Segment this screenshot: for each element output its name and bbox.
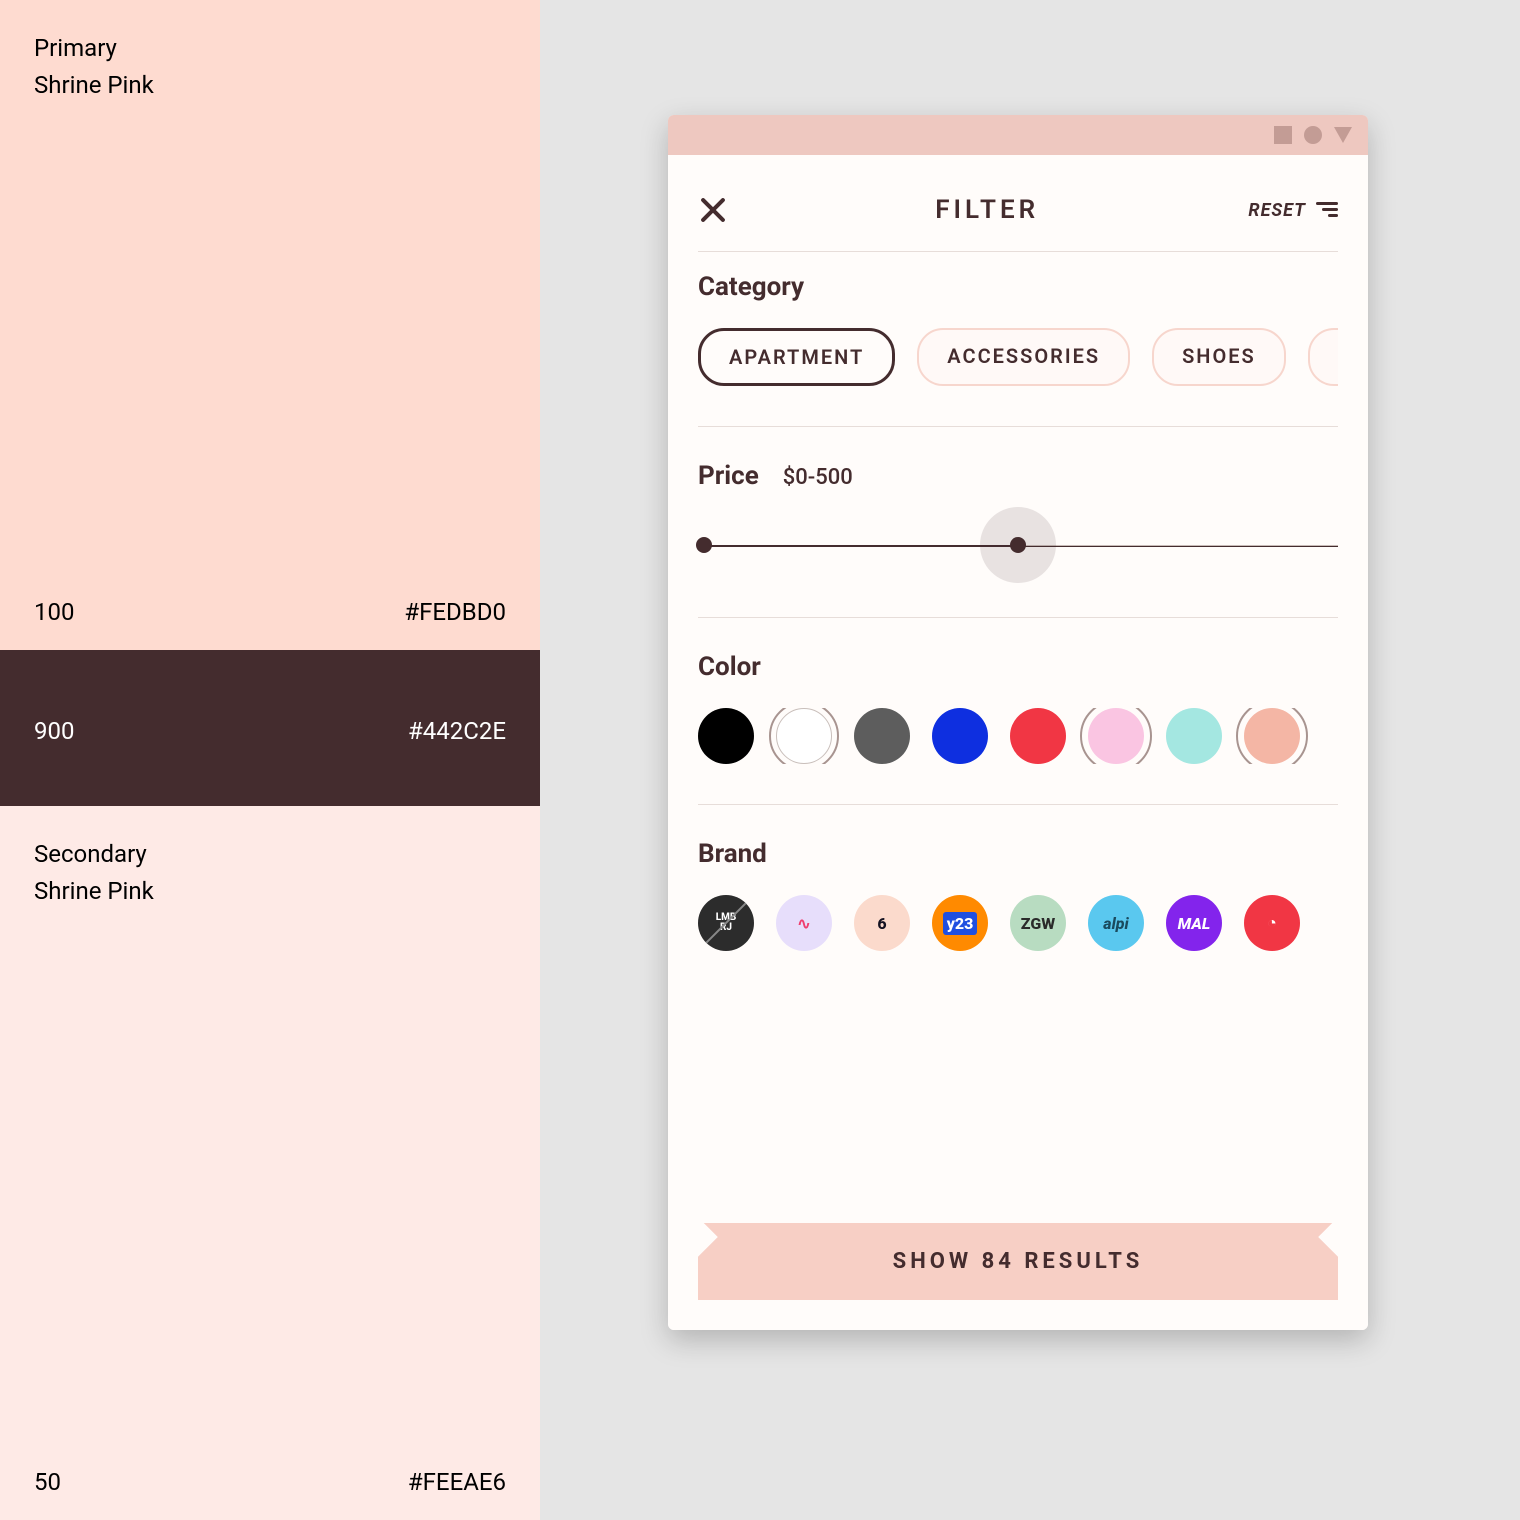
color-swatch-black[interactable] <box>698 708 754 764</box>
color-swatch-gray[interactable] <box>854 708 910 764</box>
swatch-accent-900: 900 #442C2E <box>0 650 540 806</box>
color-section: Color <box>698 617 1338 804</box>
filter-header: FILTER RESET <box>668 155 1368 251</box>
device-frame: FILTER RESET Category APARTMENT ACCESSORI… <box>668 115 1368 1330</box>
brand-heading: Brand <box>698 839 1338 869</box>
close-icon[interactable] <box>698 196 726 224</box>
filter-title: FILTER <box>935 195 1039 225</box>
reset-label: RESET <box>1248 200 1306 221</box>
color-swatch-peach[interactable] <box>1244 708 1300 764</box>
color-swatch-row <box>698 708 1338 764</box>
swatch-primary-100: Primary Shrine Pink 100 #FEDBD0 <box>0 0 540 650</box>
category-chip-row: APARTMENT ACCESSORIES SHOES TO <box>698 328 1338 386</box>
reset-icon <box>1316 202 1338 218</box>
category-heading: Category <box>698 272 1338 302</box>
brand-section: Brand LMB RJ ∿ 6 y23 ZGW alpi MAL ◔ <box>698 804 1338 991</box>
brand-zgw[interactable]: ZGW <box>1010 895 1066 951</box>
price-range-value: $0-500 <box>783 465 853 490</box>
swatch-name: Shrine Pink <box>34 67 506 104</box>
swatch-secondary-labels: Secondary Shrine Pink <box>34 836 506 910</box>
color-heading: Color <box>698 652 1338 682</box>
swatch-hex: #FEEAE6 <box>408 1468 506 1496</box>
nav-recent-icon[interactable] <box>1274 126 1292 144</box>
slider-track-inactive <box>1018 545 1338 546</box>
brand-squiggle[interactable]: ∿ <box>776 895 832 951</box>
slider-handle-max[interactable] <box>1010 537 1026 553</box>
swatch-tone: 50 <box>34 1468 61 1496</box>
category-chip[interactable]: ACCESSORIES <box>917 328 1130 386</box>
device-status-bar <box>668 115 1368 155</box>
swatch-tone: 900 <box>34 717 74 745</box>
brand-row: LMB RJ ∿ 6 y23 ZGW alpi MAL ◔ <box>698 895 1338 951</box>
brand-drop[interactable]: ◔ <box>1244 895 1300 951</box>
category-section: Category APARTMENT ACCESSORIES SHOES TO <box>698 251 1338 426</box>
swatch-primary-labels: Primary Shrine Pink <box>34 30 506 104</box>
filter-footer: SHOW 84 RESULTS <box>698 1213 1338 1300</box>
brand-six[interactable]: 6 <box>854 895 910 951</box>
brand-alpi[interactable]: alpi <box>1088 895 1144 951</box>
swatch-name: Shrine Pink <box>34 873 506 910</box>
category-chip[interactable]: TO <box>1308 328 1338 386</box>
slider-handle-min[interactable] <box>696 537 712 553</box>
category-chip[interactable]: APARTMENT <box>698 328 895 386</box>
color-swatch-blue[interactable] <box>932 708 988 764</box>
price-section: Price $0-500 <box>698 426 1338 617</box>
swatch-secondary-50: Secondary Shrine Pink 50 #FEEAE6 <box>0 806 540 1520</box>
swatch-hex: #FEDBD0 <box>404 598 506 626</box>
show-results-button[interactable]: SHOW 84 RESULTS <box>698 1223 1338 1300</box>
device-stage: FILTER RESET Category APARTMENT ACCESSORI… <box>540 0 1520 1520</box>
color-swatch-white[interactable] <box>776 708 832 764</box>
nav-home-icon[interactable] <box>1304 126 1322 144</box>
nav-back-icon[interactable] <box>1334 127 1352 143</box>
swatch-role: Secondary <box>34 836 506 873</box>
color-swatch-red[interactable] <box>1010 708 1066 764</box>
category-chip[interactable]: SHOES <box>1152 328 1286 386</box>
price-slider[interactable] <box>698 517 1338 577</box>
color-swatch-pink[interactable] <box>1088 708 1144 764</box>
brand-lmbrj[interactable]: LMB RJ <box>698 895 754 951</box>
swatch-role: Primary <box>34 30 506 67</box>
price-heading: Price <box>698 461 759 491</box>
swatch-hex: #442C2E <box>408 717 506 745</box>
brand-y23[interactable]: y23 <box>932 895 988 951</box>
swatch-tone: 100 <box>34 598 74 626</box>
brand-mal[interactable]: MAL <box>1166 895 1222 951</box>
reset-button[interactable]: RESET <box>1248 200 1338 221</box>
color-swatch-teal[interactable] <box>1166 708 1222 764</box>
filter-app: FILTER RESET Category APARTMENT ACCESSORI… <box>668 155 1368 1330</box>
color-palette-panel: Primary Shrine Pink 100 #FEDBD0 900 #442… <box>0 0 540 1520</box>
